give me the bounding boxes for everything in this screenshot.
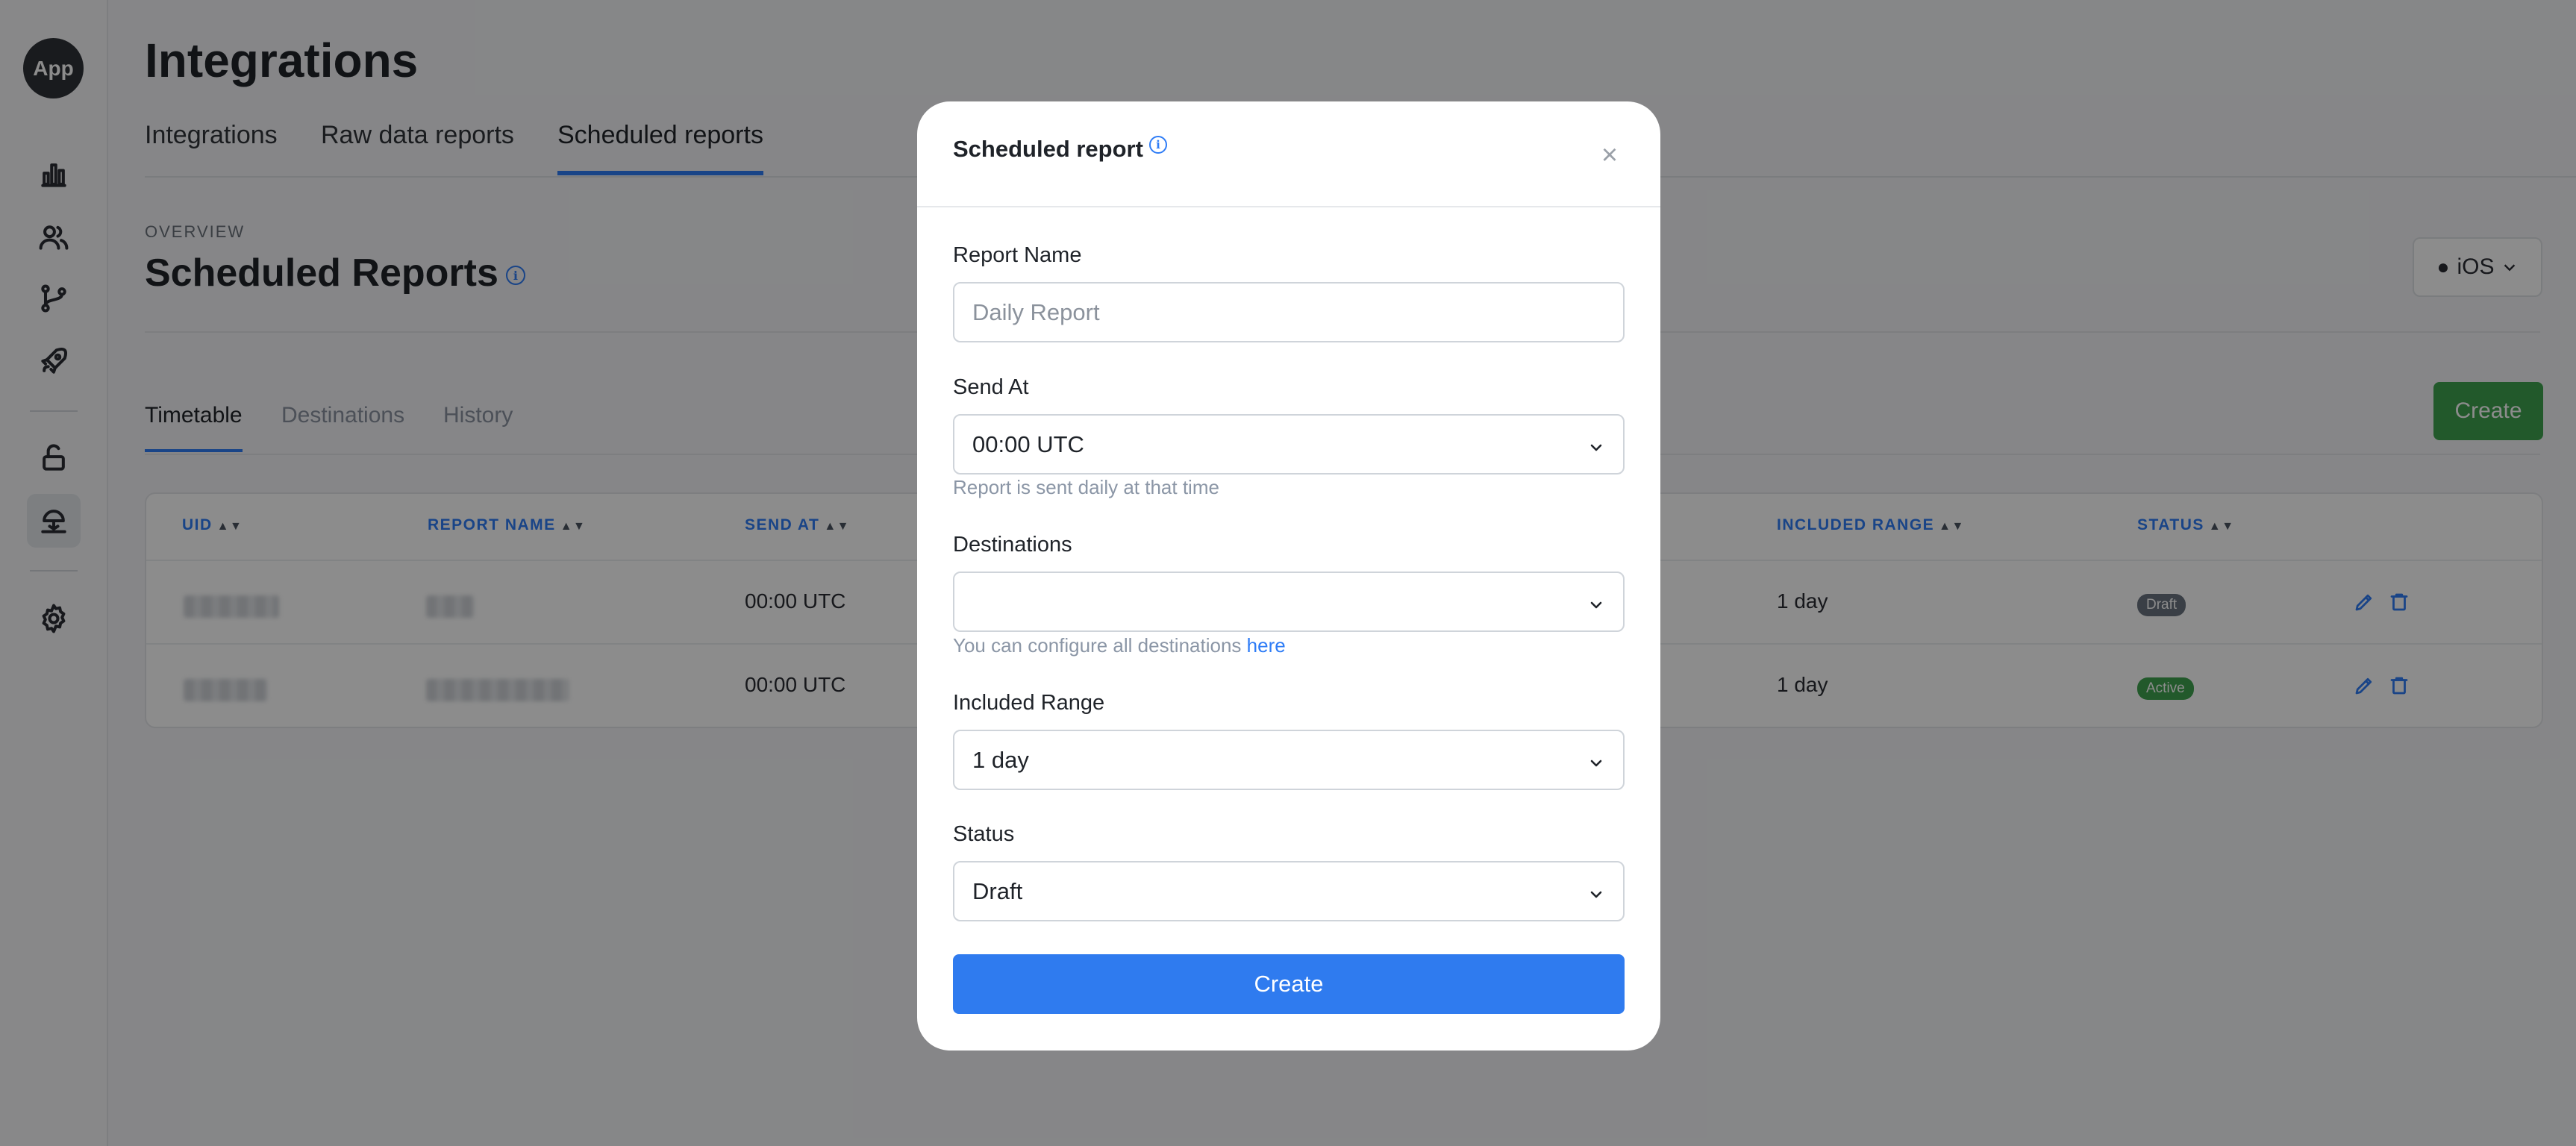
report-name-input[interactable] xyxy=(953,282,1625,342)
destinations-select[interactable] xyxy=(953,572,1625,632)
included-range-value: 1 day xyxy=(972,746,1029,773)
send-at-label: Send At xyxy=(953,375,1029,399)
send-at-value: 00:00 UTC xyxy=(972,430,1084,457)
destinations-label: Destinations xyxy=(953,533,1072,557)
modal-title-text: Scheduled report xyxy=(953,136,1143,162)
included-range-label: Included Range xyxy=(953,691,1105,715)
modal-header: Scheduled report i × xyxy=(917,101,1660,207)
report-name-label: Report Name xyxy=(953,243,1082,267)
info-icon[interactable]: i xyxy=(1148,136,1167,154)
create-button[interactable]: Create xyxy=(953,954,1625,1014)
destinations-link[interactable]: here xyxy=(1247,634,1286,657)
chevron-down-icon xyxy=(1587,593,1605,611)
send-at-select[interactable]: 00:00 UTC xyxy=(953,414,1625,475)
destinations-hint: You can configure all destinations here xyxy=(953,634,1286,657)
status-label: Status xyxy=(953,822,1015,846)
send-at-hint: Report is sent daily at that time xyxy=(953,476,1219,498)
status-value: Draft xyxy=(972,877,1023,904)
included-range-select[interactable]: 1 day xyxy=(953,730,1625,790)
status-select[interactable]: Draft xyxy=(953,861,1625,921)
scheduled-report-modal: Scheduled reporti × Report Name Send At … xyxy=(917,101,1660,1050)
close-icon[interactable]: × xyxy=(1593,139,1626,172)
chevron-down-icon xyxy=(1587,436,1605,454)
chevron-down-icon xyxy=(1587,751,1605,769)
modal-title: Scheduled report i xyxy=(953,136,1167,163)
chevron-down-icon xyxy=(1587,883,1605,901)
destinations-hint-text: You can configure all destinations xyxy=(953,634,1247,657)
